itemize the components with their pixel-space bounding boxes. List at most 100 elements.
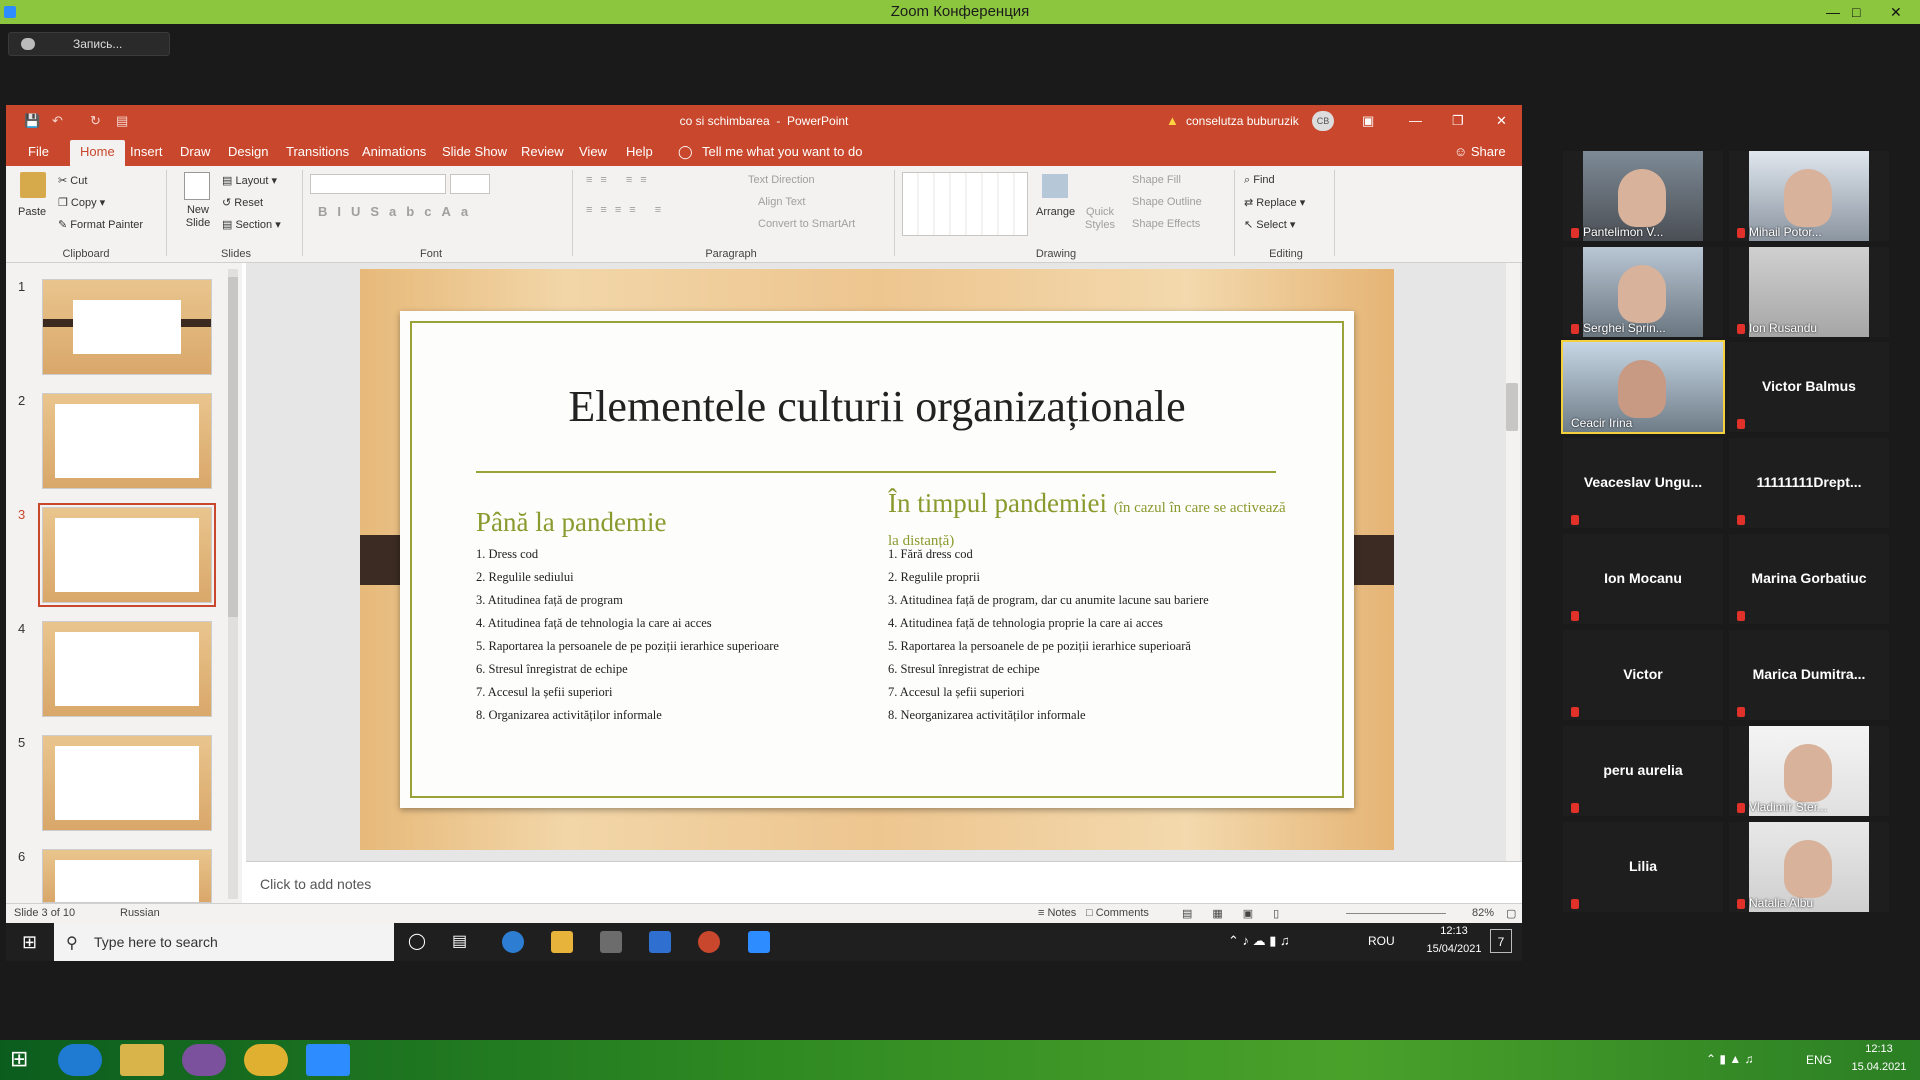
comments-button[interactable]: □ Comments xyxy=(1086,907,1149,919)
select-button[interactable]: ↖ Select ▾ xyxy=(1244,218,1295,231)
participant-tile[interactable]: Natalia Albu xyxy=(1729,822,1889,912)
ribbon-display-icon[interactable]: ▣ xyxy=(1362,113,1374,129)
close-icon[interactable]: ✕ xyxy=(1890,0,1902,24)
copy-button[interactable]: ❐ Copy ▾ xyxy=(58,196,105,209)
arrange-button[interactable]: Arrange xyxy=(1036,206,1075,218)
left-heading[interactable]: Până la pandemie xyxy=(476,507,666,538)
host-input-language[interactable]: ENG xyxy=(1806,1053,1832,1067)
slide-thumbnail-6[interactable] xyxy=(42,849,212,903)
section-button[interactable]: ▤ Section ▾ xyxy=(222,218,281,231)
font-format-buttons[interactable]: BIUSabcAa xyxy=(318,204,478,219)
participant-tile[interactable]: Lilia xyxy=(1563,822,1723,912)
tab-help[interactable]: Help xyxy=(626,144,653,159)
maximize-icon[interactable]: □ xyxy=(1852,0,1860,24)
ppt-restore-icon[interactable]: ❐ xyxy=(1452,113,1464,129)
participant-tile[interactable]: Marica Dumitra... xyxy=(1729,630,1889,720)
view-buttons[interactable]: ▤▦▣▯ xyxy=(1182,907,1299,920)
paste-icon[interactable] xyxy=(20,172,46,198)
tab-file[interactable]: File xyxy=(28,144,49,159)
slide-scrollbar[interactable] xyxy=(1506,263,1520,861)
participant-tile[interactable]: Victor Balmus xyxy=(1729,342,1889,432)
zoom-app-taskbar-icon[interactable] xyxy=(306,1044,350,1076)
reset-button[interactable]: ↺ Reset xyxy=(222,196,263,209)
host-time[interactable]: 12:13 xyxy=(1846,1043,1912,1055)
recording-badge[interactable]: Запись... xyxy=(8,32,170,56)
tray-icons[interactable]: ⌃ ♪ ☁ ▮ ♫ xyxy=(1228,933,1290,949)
user-name[interactable]: conselutza buburuzik xyxy=(1186,114,1299,128)
edge-icon[interactable] xyxy=(502,931,524,953)
taskbar-search-input[interactable]: Type here to search xyxy=(54,923,394,961)
shape-fill-button[interactable]: Shape Fill xyxy=(1132,174,1181,186)
participant-tile[interactable]: Serghei Sprin... xyxy=(1563,247,1723,337)
language-status[interactable]: Russian xyxy=(120,907,160,919)
thumbnail-scrollbar[interactable] xyxy=(228,269,238,899)
tab-animations[interactable]: Animations xyxy=(362,144,426,159)
tab-home[interactable]: Home xyxy=(70,140,125,167)
slide-thumbnail-1[interactable] xyxy=(42,279,212,375)
cut-button[interactable]: ✂ Cut xyxy=(58,174,87,187)
input-language[interactable]: ROU xyxy=(1368,934,1395,948)
notes-pane[interactable]: Click to add notes xyxy=(246,861,1522,903)
participant-tile[interactable]: Ion Rusandu xyxy=(1729,247,1889,337)
participant-tile-active-speaker[interactable]: Ceacir Irina xyxy=(1561,340,1725,434)
cortana-icon[interactable]: ◯ xyxy=(408,931,426,951)
arrange-icon[interactable] xyxy=(1042,174,1068,198)
align-buttons[interactable]: ≡≡≡≡ ≡ xyxy=(586,204,669,216)
new-slide-icon[interactable] xyxy=(184,172,210,200)
host-date[interactable]: 15.04.2021 xyxy=(1846,1061,1912,1073)
participant-tile[interactable]: Marina Gorbatiuc xyxy=(1729,534,1889,624)
slide-title[interactable]: Elementele culturii organizaționale xyxy=(400,381,1354,432)
windows-start-icon[interactable]: ⊞ xyxy=(22,932,37,953)
participant-tile[interactable]: Pantelimon V... xyxy=(1563,151,1723,241)
layout-button[interactable]: ▤ Layout ▾ xyxy=(222,174,277,187)
tab-slide-show[interactable]: Slide Show xyxy=(442,144,507,159)
slide-thumbnail-5[interactable] xyxy=(42,735,212,831)
ppt-close-icon[interactable]: ✕ xyxy=(1496,113,1507,129)
mail-icon[interactable] xyxy=(649,931,671,953)
text-direction-button[interactable]: Text Direction xyxy=(748,174,815,186)
replace-button[interactable]: ⇄ Replace ▾ xyxy=(1244,196,1305,209)
viber-icon[interactable] xyxy=(182,1044,226,1076)
slide-thumbnail-2[interactable] xyxy=(42,393,212,489)
participant-tile[interactable]: Vladimir Ster... xyxy=(1729,726,1889,816)
tab-review[interactable]: Review xyxy=(521,144,564,159)
slide-thumbnail-4[interactable] xyxy=(42,621,212,717)
participant-tile[interactable]: peru aurelia xyxy=(1563,726,1723,816)
convert-smartart-button[interactable]: Convert to SmartArt xyxy=(758,218,855,230)
tell-me-input[interactable]: Tell me what you want to do xyxy=(702,144,862,159)
windows-start-icon[interactable]: ⊞ xyxy=(10,1046,28,1072)
explorer-icon[interactable] xyxy=(120,1044,164,1076)
tab-insert[interactable]: Insert xyxy=(130,144,163,159)
minimize-icon[interactable]: — xyxy=(1826,0,1840,24)
quick-styles-button[interactable]: Quick Styles xyxy=(1080,206,1120,232)
share-button[interactable]: ☺ Share xyxy=(1454,144,1506,159)
participant-tile[interactable]: 11111111Drept... xyxy=(1729,438,1889,528)
tab-design[interactable]: Design xyxy=(228,144,268,159)
tab-draw[interactable]: Draw xyxy=(180,144,210,159)
participant-tile[interactable]: Mihail Potor... xyxy=(1729,151,1889,241)
shape-outline-button[interactable]: Shape Outline xyxy=(1132,196,1202,208)
notes-button[interactable]: ≡ Notes xyxy=(1038,907,1076,919)
tray-icons[interactable]: ⌃ ▮ ▲ ♫ xyxy=(1706,1052,1754,1066)
new-slide-button[interactable]: New Slide xyxy=(178,204,218,230)
chrome-icon[interactable] xyxy=(244,1044,288,1076)
list-buttons[interactable]: ≡≡ ≡≡ xyxy=(586,174,655,186)
taskbar-date[interactable]: 15/04/2021 xyxy=(1422,943,1486,955)
task-view-icon[interactable]: ▤ xyxy=(452,931,467,951)
align-text-button[interactable]: Align Text xyxy=(758,196,806,208)
zoom-slider[interactable] xyxy=(1346,913,1446,914)
paste-button[interactable]: Paste xyxy=(18,206,46,218)
user-avatar[interactable]: CB xyxy=(1312,111,1334,131)
file-explorer-icon[interactable] xyxy=(551,931,573,953)
notifications-icon[interactable]: 7 xyxy=(1490,929,1512,953)
tab-transitions[interactable]: Transitions xyxy=(286,144,349,159)
participant-tile[interactable]: Victor xyxy=(1563,630,1723,720)
shape-effects-button[interactable]: Shape Effects xyxy=(1132,218,1200,230)
ie-icon[interactable] xyxy=(58,1044,102,1076)
zoom-taskbar-icon[interactable] xyxy=(748,931,770,953)
format-painter-button[interactable]: ✎ Format Painter xyxy=(58,218,143,231)
participant-tile[interactable]: Ion Mocanu xyxy=(1563,534,1723,624)
shapes-gallery[interactable] xyxy=(902,172,1028,236)
fit-slide-icon[interactable]: ▢ xyxy=(1506,907,1516,920)
zoom-level[interactable]: 82% xyxy=(1472,907,1494,919)
